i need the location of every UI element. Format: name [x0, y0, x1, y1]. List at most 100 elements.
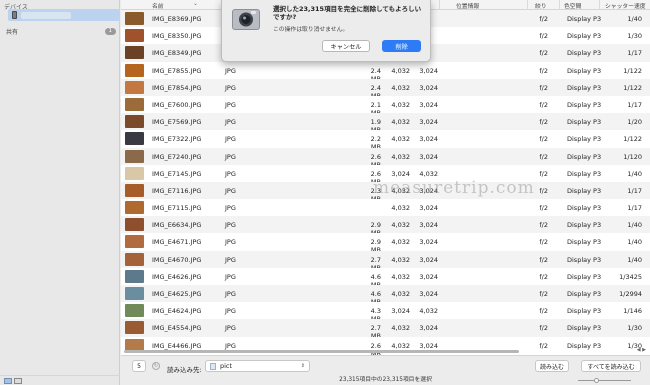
photo-thumbnail — [125, 149, 144, 163]
aperture-value: f/2 — [539, 152, 548, 161]
slider-knob[interactable] — [594, 378, 599, 383]
column-header-shutter[interactable]: シャッター速度 — [605, 1, 646, 10]
table-row[interactable]: IMG_E7854.JPGJPG2.4 MB4,0323,024f/2Displ… — [121, 78, 650, 100]
color-space: Display P3 — [567, 118, 602, 127]
file-name: IMG_E7322.JPG — [152, 135, 202, 144]
shutter-speed: 1/40 — [627, 221, 642, 230]
photo-thumbnail — [125, 63, 144, 77]
shutter-speed: 1/30 — [627, 32, 642, 41]
column-header-aperture[interactable]: 絞り — [535, 1, 547, 10]
file-name: IMG_E7569.JPG — [152, 118, 202, 127]
photo-thumbnail — [125, 80, 144, 94]
scroll-arrows-icon[interactable]: ◀ ▶ — [637, 347, 646, 353]
file-name: IMG_E7240.JPG — [152, 152, 202, 161]
column-header-location[interactable]: 位置情報 — [456, 1, 479, 10]
delete-button[interactable]: 削除 — [382, 40, 421, 52]
color-space: Display P3 — [567, 324, 602, 333]
shutter-speed: 1/122 — [623, 66, 642, 75]
shutter-speed: 1/122 — [623, 83, 642, 92]
shutter-speed: 1/30 — [627, 324, 642, 333]
photo-thumbnail — [125, 183, 144, 197]
table-row[interactable]: IMG_E4624.JPGJPG4.3 MB3,0244,032f/2Displ… — [121, 302, 650, 323]
table-row[interactable]: IMG_E7322.JPGJPG2.2 MB4,0323,024f/2Displ… — [121, 130, 650, 151]
list-view-icon[interactable] — [4, 377, 12, 384]
aperture-value: f/2 — [539, 290, 548, 298]
image-height: 3,024 — [419, 290, 438, 298]
file-kind: JPG — [225, 238, 236, 247]
column-divider — [439, 0, 440, 10]
table-row[interactable]: IMG_E7600.JPGJPG2.1 MB4,0323,024f/2Displ… — [121, 95, 650, 117]
image-height: 4,032 — [419, 169, 438, 178]
color-space: Display P3 — [567, 66, 602, 75]
table-row[interactable]: IMG_E4671.JPGJPG2.9 MB4,0323,024f/2Displ… — [121, 233, 650, 254]
file-kind: JPG — [225, 324, 236, 333]
table-row[interactable]: IMG_E6634.JPGJPG2.9 MB4,0323,024f/2Displ… — [121, 216, 650, 237]
color-space: Display P3 — [567, 221, 602, 230]
file-name: IMG_E7116.JPG — [152, 186, 202, 195]
file-kind: JPG — [225, 135, 236, 144]
sidebar-item-shared[interactable]: 共有 1 — [6, 27, 116, 36]
file-kind: JPG — [225, 152, 236, 161]
photo-thumbnail — [125, 304, 144, 318]
file-name: IMG_E4670.JPG — [152, 255, 202, 264]
shutter-speed: 1/17 — [627, 100, 642, 109]
shutter-speed: 1/40 — [627, 255, 642, 264]
file-kind: JPG — [225, 118, 236, 127]
image-height: 3,024 — [419, 152, 438, 161]
image-width: 4,032 — [391, 324, 410, 333]
import-all-button[interactable]: すべてを読み込む — [581, 360, 641, 372]
import-button[interactable]: 読み込む — [535, 360, 569, 372]
column-header-colorspace[interactable]: 色空間 — [564, 1, 581, 10]
aperture-value: f/2 — [539, 238, 548, 247]
file-kind: JPG — [225, 100, 236, 109]
color-space: Display P3 — [567, 307, 602, 316]
scrollbar-knob[interactable] — [124, 350, 519, 353]
aperture-value: f/2 — [539, 307, 548, 316]
color-space: Display P3 — [567, 152, 602, 161]
aperture-value: f/2 — [539, 204, 548, 213]
cancel-button[interactable]: キャンセル — [322, 40, 370, 52]
thumbnail-count-button[interactable]: 5 — [132, 360, 146, 372]
table-row[interactable]: IMG_E4554.JPGJPG2.7 MB4,0323,024f/2Displ… — [121, 319, 650, 340]
image-width: 4,032 — [391, 255, 410, 264]
color-space: Display P3 — [567, 49, 602, 58]
device-name-redacted — [21, 11, 71, 19]
image-width: 4,032 — [391, 83, 410, 92]
file-kind: JPG — [225, 290, 236, 298]
table-row[interactable]: IMG_E7569.JPGJPG1.9 MB4,0323,024f/2Displ… — [121, 113, 650, 134]
column-header-name[interactable]: 名前 — [152, 1, 164, 10]
image-height: 3,024 — [419, 238, 438, 247]
file-name: IMG_E8350.JPG — [152, 32, 202, 41]
table-row[interactable]: IMG_E4626.JPGJPG4.6 MB4,0323,024f/2Displ… — [121, 267, 650, 289]
photo-thumbnail — [125, 132, 144, 146]
photo-thumbnail — [125, 12, 144, 25]
image-width: 4,032 — [391, 290, 410, 298]
shutter-speed: 1/40 — [627, 15, 642, 23]
aperture-value: f/2 — [539, 100, 548, 109]
horizontal-scrollbar[interactable]: ◀ ▶ — [121, 347, 650, 354]
photo-thumbnail — [125, 287, 144, 300]
shutter-speed: 1/17 — [627, 204, 642, 213]
file-name: IMG_E4554.JPG — [152, 324, 202, 333]
image-width: 4,032 — [391, 100, 410, 109]
aperture-value: f/2 — [539, 324, 548, 333]
shared-label: 共有 — [6, 29, 19, 36]
aperture-value: f/2 — [539, 221, 548, 230]
file-name: IMG_E7115.JPG — [152, 204, 202, 213]
table-row[interactable]: IMG_E7855.JPGJPG2.4 MB4,0323,024f/2Displ… — [121, 61, 650, 83]
thumbnail-size-slider[interactable] — [578, 378, 631, 383]
table-row[interactable]: IMG_E4625.JPGJPG4.6 MB4,0323,024f/2Displ… — [121, 285, 650, 306]
sidebar: デバイス 共有 1 — [0, 0, 120, 385]
aperture-value: f/2 — [539, 118, 548, 127]
grid-view-icon[interactable] — [14, 377, 22, 384]
import-folder-select[interactable]: pict ⇕ — [205, 360, 310, 372]
delete-confirm-dialog: 選択した23,315項目を完全に削除してもよろしいですか? この操作は取り消せま… — [221, 0, 431, 62]
rotate-icon[interactable]: ↻ — [152, 362, 160, 370]
sidebar-item-device[interactable] — [8, 9, 120, 21]
aperture-value: f/2 — [539, 255, 548, 264]
table-row[interactable]: IMG_E7115.JPG JPG 4,032 3,024 f/2 Display P3 1… — [121, 199, 650, 217]
table-row[interactable]: IMG_E4670.JPGJPG2.7 MB4,0323,024f/2Displ… — [121, 250, 650, 272]
image-width: 4,032 — [391, 66, 410, 75]
table-row[interactable]: IMG_E7240.JPGJPG2.6 MB4,0323,024f/2Displ… — [121, 147, 650, 169]
file-name: IMG_E7145.JPG — [152, 169, 202, 178]
